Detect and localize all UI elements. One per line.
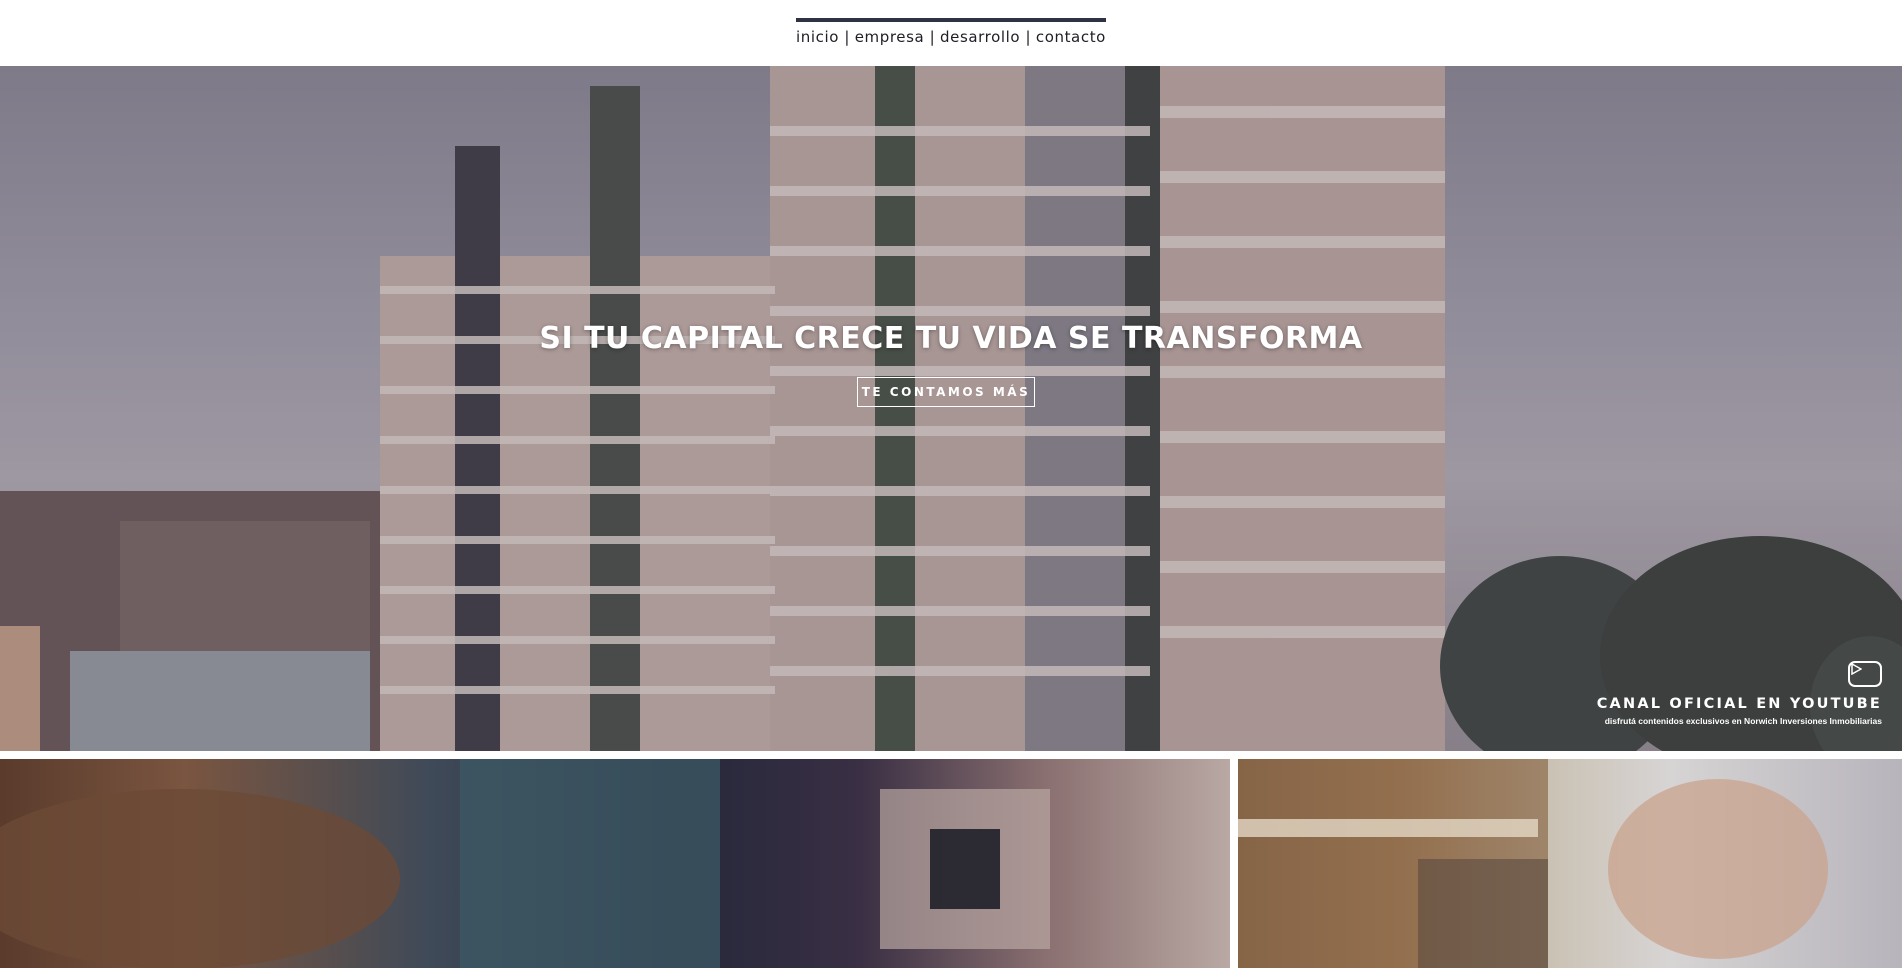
- youtube-channel-title[interactable]: CANAL OFICIAL EN YOUTUBE: [1597, 696, 1882, 712]
- video-thumbnail-image: [1238, 759, 1828, 968]
- play-triangle-icon: [1851, 663, 1862, 675]
- video-tile-left[interactable]: [0, 759, 1230, 968]
- hero-section: SI TU CAPITAL CRECE TU VIDA SE TRANSFORM…: [0, 66, 1902, 751]
- main-nav: inicio | empresa | desarrollo | contacto: [796, 18, 1106, 46]
- site-header: inicio | empresa | desarrollo | contacto: [0, 0, 1902, 66]
- video-thumbnail-image: [0, 759, 1050, 968]
- hero-title: SI TU CAPITAL CRECE TU VIDA SE TRANSFORM…: [539, 321, 1363, 356]
- nav-item-empresa[interactable]: empresa: [855, 28, 925, 46]
- video-tile-right[interactable]: [1238, 759, 1902, 968]
- nav-separator: |: [844, 28, 850, 46]
- youtube-channel-subtitle: disfrutá contenidos exclusivos en Norwic…: [1604, 716, 1882, 726]
- learn-more-button[interactable]: TE CONTAMOS MÁS: [857, 377, 1035, 407]
- nav-item-desarrollo[interactable]: desarrollo: [940, 28, 1020, 46]
- hero-overlay: [0, 66, 1902, 751]
- nav-item-inicio[interactable]: inicio: [796, 28, 839, 46]
- nav-separator: |: [929, 28, 935, 46]
- nav-separator: |: [1025, 28, 1031, 46]
- play-icon[interactable]: [1848, 661, 1882, 687]
- nav-item-contacto[interactable]: contacto: [1036, 28, 1106, 46]
